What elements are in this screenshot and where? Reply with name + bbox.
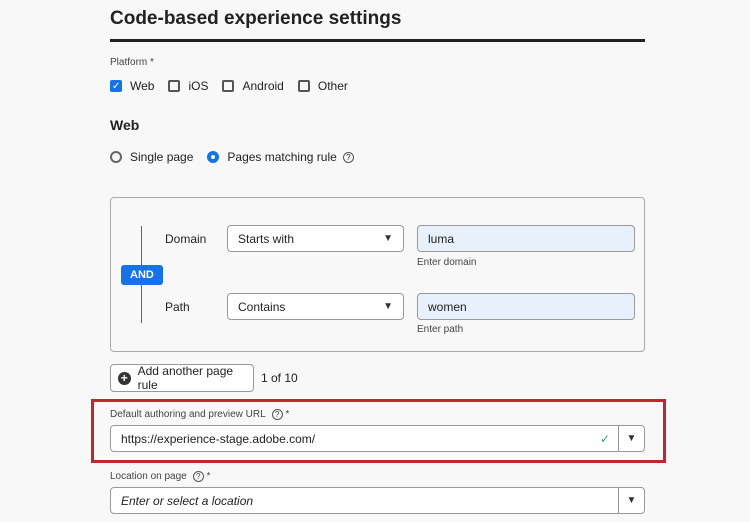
location-placeholder: Enter or select a location: [121, 493, 254, 508]
select-value: Contains: [238, 299, 286, 314]
chevron-down-icon[interactable]: ▼: [618, 426, 644, 451]
domain-input[interactable]: luma: [417, 225, 635, 252]
required-mark: *: [206, 471, 211, 482]
add-page-rule-button[interactable]: + Add another page rule: [110, 364, 254, 392]
checkbox-icon: [297, 80, 310, 92]
domain-operator-select[interactable]: Starts with ▼: [227, 225, 404, 252]
checkbox-ios[interactable]: iOS: [168, 79, 208, 93]
rule-count: 1 of 10: [261, 371, 298, 385]
required-mark: *: [150, 57, 154, 68]
path-hint: Enter path: [417, 324, 464, 335]
domain-hint: Enter domain: [417, 257, 477, 268]
and-operator-badge[interactable]: AND: [121, 265, 163, 285]
required-mark: *: [285, 409, 290, 420]
checkbox-icon: [222, 80, 235, 92]
radio-single-page[interactable]: Single page: [110, 150, 193, 164]
web-heading: Web: [110, 117, 140, 133]
chevron-down-icon: ▼: [383, 301, 393, 312]
url-value: https://experience-stage.adobe.com/: [121, 431, 316, 446]
page-title: Code-based experience settings: [110, 8, 402, 29]
option-label: Single page: [130, 150, 194, 164]
checkbox-android[interactable]: Android: [222, 79, 284, 93]
url-combobox[interactable]: https://experience-stage.adobe.com/ ✓ ▼: [110, 425, 645, 452]
url-label-text: Default authoring and preview URL: [110, 409, 266, 420]
location-label-text: Location on page: [110, 471, 187, 482]
radio-pages-matching-rule[interactable]: Pages matching rule?: [207, 150, 354, 164]
option-label: Other: [317, 79, 348, 93]
page-rule-panel: AND Domain Starts with ▼ luma Enter domai…: [110, 197, 645, 352]
checkbox-other[interactable]: Other: [297, 79, 348, 93]
input-value: luma: [428, 231, 455, 246]
option-label: iOS: [188, 79, 209, 93]
button-label: Add another page rule: [137, 364, 234, 392]
url-label: Default authoring and preview URL? *: [110, 409, 289, 420]
add-circle-icon: +: [118, 371, 131, 385]
title-divider: [110, 39, 645, 42]
checkbox-web[interactable]: ✓ Web: [110, 79, 154, 93]
location-combobox[interactable]: Enter or select a location ▼: [110, 487, 645, 514]
path-label: Path: [165, 300, 190, 314]
path-input[interactable]: women: [417, 293, 635, 320]
option-label: Android: [242, 79, 284, 93]
chevron-down-icon[interactable]: ▼: [618, 488, 644, 513]
location-label: Location on page? *: [110, 471, 210, 482]
help-icon[interactable]: ?: [271, 409, 283, 420]
checkbox-icon: [168, 80, 181, 92]
valid-check-icon: ✓: [599, 431, 610, 446]
input-value: women: [428, 299, 467, 314]
select-value: Starts with: [238, 231, 295, 246]
radio-icon: [110, 151, 122, 163]
checkmark-icon: ✓: [110, 80, 122, 92]
domain-label: Domain: [165, 232, 207, 246]
radio-selected-icon: [207, 151, 220, 163]
platform-label: Platform *: [110, 57, 154, 68]
platform-label-text: Platform: [110, 57, 148, 68]
help-icon[interactable]: ?: [192, 471, 204, 482]
path-operator-select[interactable]: Contains ▼: [227, 293, 404, 320]
chevron-down-icon: ▼: [383, 233, 393, 244]
option-label: Pages matching rule: [227, 150, 337, 164]
option-label: Web: [130, 79, 155, 93]
help-icon[interactable]: ?: [342, 151, 354, 163]
